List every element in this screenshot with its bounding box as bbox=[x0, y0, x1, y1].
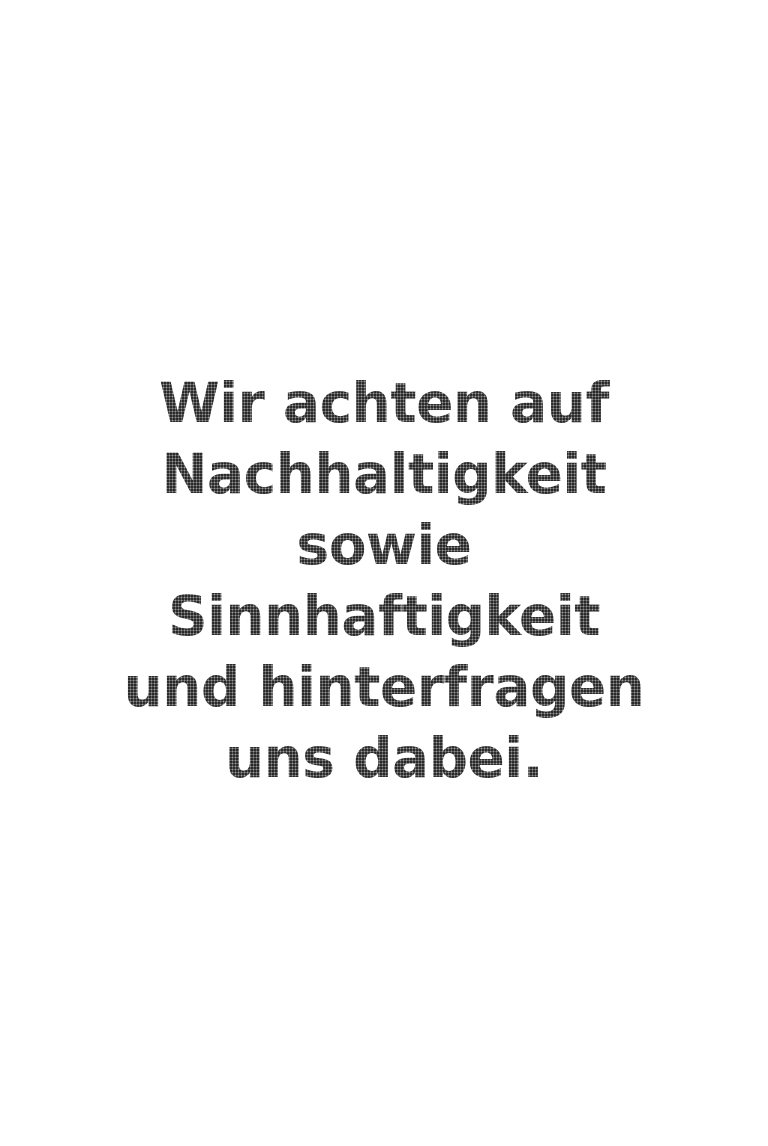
statement-text: Wir achten auf Nachhaltigkeit sowie Sinn… bbox=[0, 368, 768, 794]
statement-line-3: sowie bbox=[0, 510, 768, 581]
statement-line-2: Nachhaltigkeit bbox=[0, 439, 768, 510]
poster: Wir achten auf Nachhaltigkeit sowie Sinn… bbox=[0, 0, 768, 1146]
statement-line-6: uns dabei. bbox=[0, 723, 768, 794]
statement-line-5: und hinterfragen bbox=[0, 652, 768, 723]
statement-line-4: Sinnhaftigkeit bbox=[0, 581, 768, 652]
statement-line-1: Wir achten auf bbox=[0, 368, 768, 439]
